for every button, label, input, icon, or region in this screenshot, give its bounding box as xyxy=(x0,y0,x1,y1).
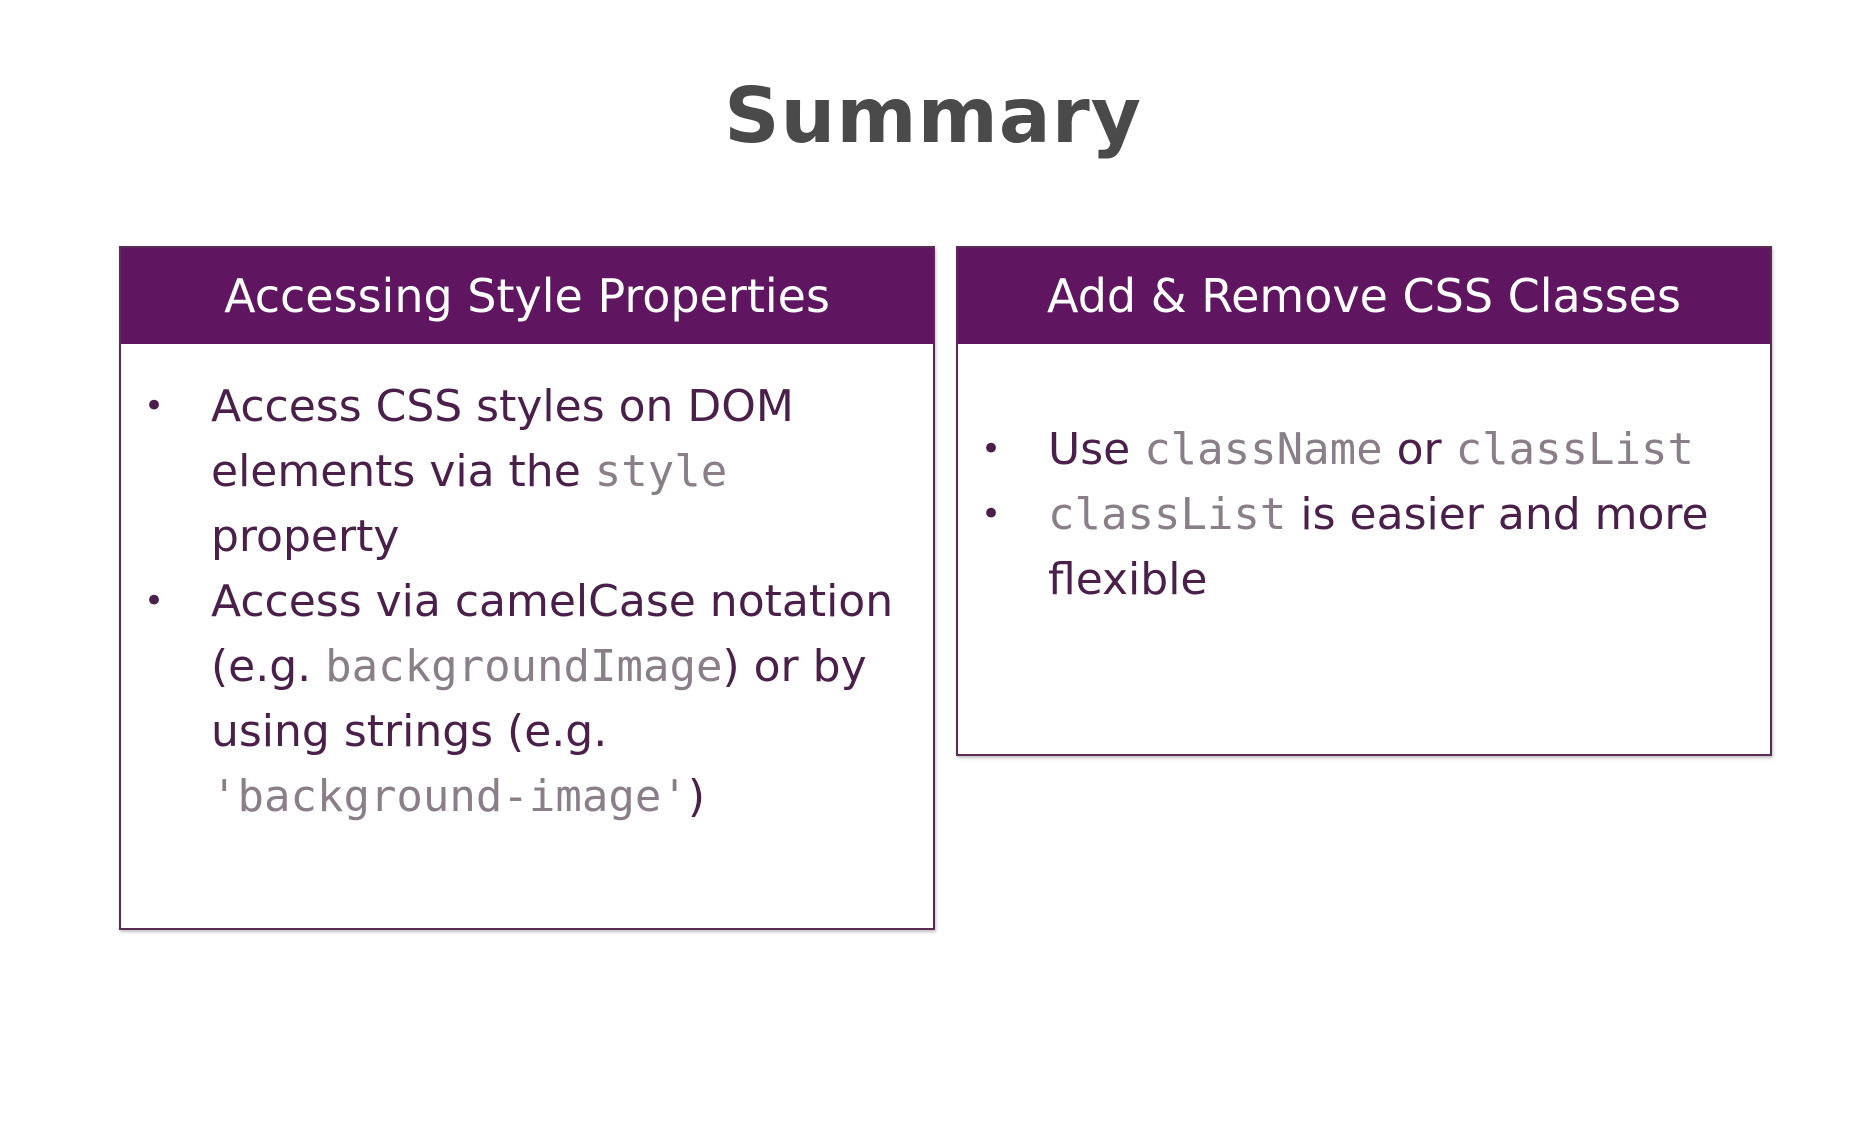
card-header: Accessing Style Properties xyxy=(121,248,933,344)
code-snippet: 'background-image' xyxy=(211,771,688,822)
bullet-text: or xyxy=(1382,424,1456,475)
css-classes-card: Add & Remove CSS Classes • Use className … xyxy=(956,246,1772,756)
bullet-text: property xyxy=(211,511,400,562)
list-item: • Access via camelCase notation (e.g. bac… xyxy=(121,569,903,829)
bullet-dot-icon: • xyxy=(981,494,1002,534)
style-properties-card: Accessing Style Properties • Access CSS s… xyxy=(119,246,935,930)
list-item: • Access CSS styles on DOM elements via t… xyxy=(121,374,903,569)
bullet-text: ) xyxy=(687,771,705,822)
card-body: • Use className or classList • classList i… xyxy=(958,344,1770,612)
bullet-dot-icon: • xyxy=(144,581,165,621)
code-snippet: classList xyxy=(1455,424,1695,475)
code-snippet: style xyxy=(594,446,728,497)
bullet-dot-icon: • xyxy=(144,386,165,426)
bullet-text: Use xyxy=(1048,424,1145,475)
card-body: • Access CSS styles on DOM elements via t… xyxy=(121,344,933,829)
page-title: Summary xyxy=(724,72,1142,161)
bullet-list: • Access CSS styles on DOM elements via t… xyxy=(121,374,903,829)
bullet-dot-icon: • xyxy=(981,429,1002,469)
code-snippet: backgroundImage xyxy=(325,641,723,692)
list-item: • Use className or classList xyxy=(958,417,1740,482)
code-snippet: classList xyxy=(1048,489,1287,540)
list-item: • classList is easier and more flexible xyxy=(958,482,1740,612)
bullet-list: • Use className or classList • classList i… xyxy=(958,417,1740,612)
card-header: Add & Remove CSS Classes xyxy=(958,248,1770,344)
code-snippet: className xyxy=(1144,424,1383,475)
